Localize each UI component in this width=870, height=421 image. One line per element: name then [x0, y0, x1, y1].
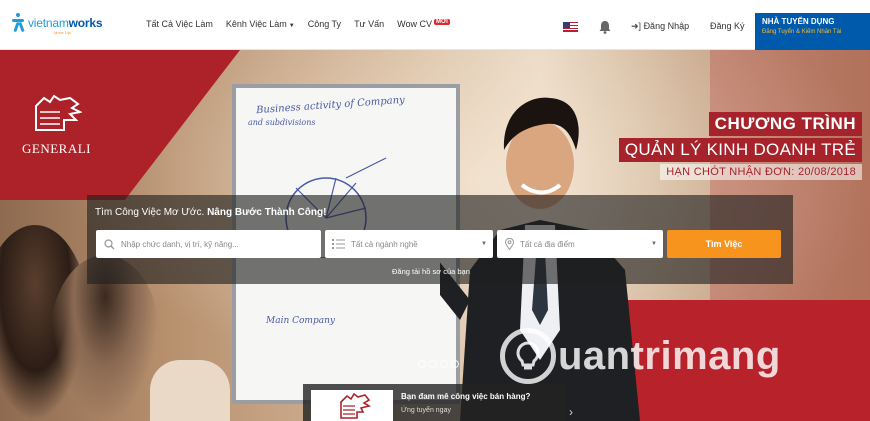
- login-icon: ➜]: [631, 21, 642, 31]
- employer-subtitle: Đăng Tuyển & Kiếm Nhân Tài: [762, 29, 842, 35]
- campaign-headline: CHƯƠNG TRÌNH QUẢN LÝ KINH DOANH TRẺ HẠN …: [618, 112, 862, 180]
- quantrimang-watermark: uantrimang: [500, 328, 781, 384]
- carousel-dot[interactable]: [451, 360, 459, 368]
- nav-all-jobs[interactable]: Tất Cả Việc Làm: [146, 19, 213, 29]
- nav-companies[interactable]: Công Ty: [308, 19, 341, 29]
- top-navbar: vietnamworks Move Up! Tất Cả Việc Làm Kê…: [0, 0, 870, 50]
- chevron-right-icon[interactable]: ›: [569, 405, 573, 419]
- main-nav: Tất Cả Việc Làm Kênh Việc Làm ▼ Công Ty T…: [146, 19, 463, 29]
- lightbulb-icon: [500, 328, 556, 384]
- carousel-indicators: [418, 360, 462, 368]
- employer-button[interactable]: NHÀ TUYỂN DỤNG Đăng Tuyển & Kiếm Nhân Tà…: [755, 13, 870, 50]
- headline-line-1: CHƯƠNG TRÌNH: [708, 112, 862, 136]
- search-slogan: Tìm Công Việc Mơ Ước. Nâng Bước Thành Cô…: [95, 207, 327, 218]
- headline-line-2: QUẢN LÝ KINH DOANH TRẺ: [618, 138, 862, 162]
- login-link[interactable]: ➜] Đăng Nhập: [631, 21, 689, 32]
- chevron-down-icon: ▼: [288, 23, 295, 29]
- carousel-dot[interactable]: [429, 360, 437, 368]
- register-link[interactable]: Đăng Ký: [710, 21, 745, 31]
- page: vietnamworks Move Up! Tất Cả Việc Làm Kê…: [0, 0, 870, 421]
- location-select[interactable]: Tất cả địa điểm ▼: [497, 230, 663, 258]
- search-icon: [104, 238, 115, 249]
- find-jobs-button[interactable]: Tìm Việc: [667, 230, 781, 258]
- hero-banner[interactable]: GENERALI Business activity of Company an…: [0, 50, 870, 421]
- list-icon: [332, 239, 345, 249]
- chevron-down-icon: ▼: [481, 241, 487, 247]
- nav-job-channels[interactable]: Kênh Việc Làm ▼: [226, 19, 295, 29]
- chevron-down-icon: ▼: [651, 241, 657, 247]
- language-flag-icon[interactable]: [563, 22, 578, 32]
- industry-select[interactable]: Tất cả ngành nghề ▼: [325, 230, 493, 258]
- carousel-dot[interactable]: [440, 360, 448, 368]
- job-search-panel: Tìm Công Việc Mơ Ước. Nâng Bước Thành Cô…: [87, 195, 793, 284]
- promo-title: Bạn đam mê công việc bán hàng?: [401, 392, 531, 401]
- generali-lion-icon: [35, 94, 84, 131]
- location-pin-icon: [505, 238, 514, 250]
- upload-resume-link[interactable]: Đăng tải hồ sơ của bạn: [392, 267, 470, 276]
- vietnamworks-logo[interactable]: vietnamworks Move Up!: [12, 13, 103, 35]
- employer-title: NHÀ TUYỂN DỤNG: [762, 17, 835, 26]
- logo-tagline: Move Up!: [54, 30, 72, 35]
- logo-text: vietnamworks: [28, 16, 103, 30]
- carousel-dot[interactable]: [418, 360, 426, 368]
- promo-cta[interactable]: Ứng tuyển ngay: [401, 407, 451, 414]
- logo-mark-icon: [12, 13, 26, 33]
- headline-deadline: HẠN CHÓT NHẬN ĐƠN: 20/08/2018: [660, 164, 862, 180]
- promo-card[interactable]: Bạn đam mê công việc bán hàng? Ứng tuyển…: [303, 384, 565, 421]
- promo-thumbnail: [311, 390, 393, 421]
- generali-logo: GENERALI: [22, 92, 102, 157]
- keyword-search-input[interactable]: Nhập chức danh, vị trí, kỹ năng...: [96, 230, 321, 258]
- nav-wow-cv[interactable]: Wow CV MỚI: [397, 19, 450, 29]
- new-badge: MỚI: [433, 19, 450, 25]
- nav-advice[interactable]: Tư Vấn: [354, 19, 384, 29]
- notification-bell-icon[interactable]: [599, 20, 611, 34]
